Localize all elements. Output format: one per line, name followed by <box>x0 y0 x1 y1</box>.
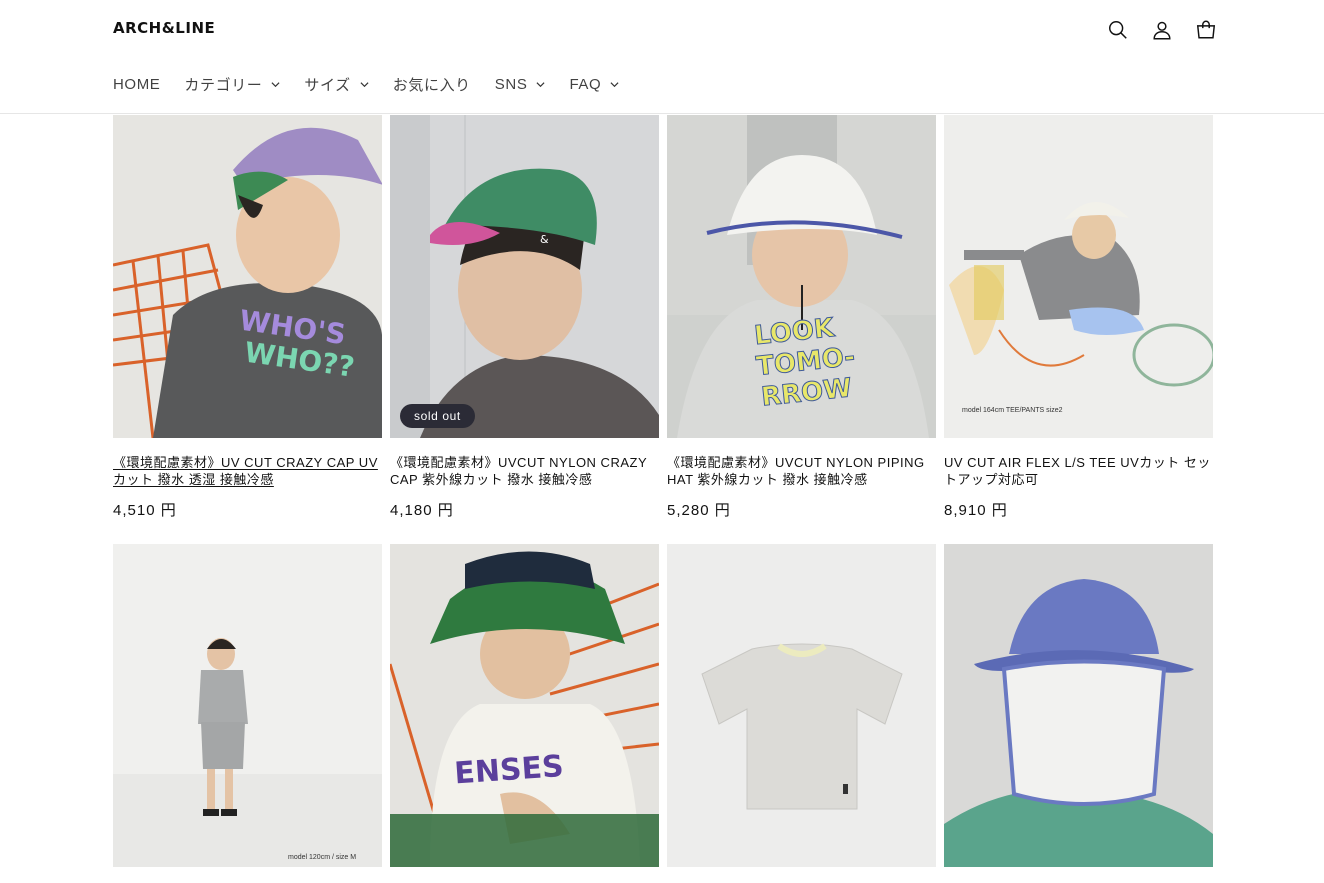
product-card[interactable]: LOOK TOMO- RROW 《環境配慮素材》UVCUT NYLON PIPI… <box>667 115 936 544</box>
product-price: 4,510 円 <box>113 502 177 519</box>
product-price: 5,280 円 <box>667 502 731 519</box>
product-price: 8,910 円 <box>944 502 1008 519</box>
product-image[interactable]: WHO'S WHO?? <box>113 115 382 438</box>
site-header: ARCH&LINE HOME カテゴリー サイズ お気に入り SNS FAQ <box>0 0 1324 114</box>
nav-item-label: SNS <box>494 75 528 93</box>
nav-item-faq[interactable]: FAQ <box>569 70 619 98</box>
image-caption: model 164cm TEE/PANTS size2 <box>962 407 1063 414</box>
image-caption: model 120cm / size M <box>288 854 357 861</box>
nav-item-label: サイズ <box>304 76 351 94</box>
nav-item-label: カテゴリー <box>184 76 263 94</box>
chevron-down-icon <box>360 80 369 89</box>
product-card[interactable]: model 120cm / size M <box>113 544 382 883</box>
product-card[interactable]: & sold out 《環境配慮素材》UVCUT NYLON CRAZY CAP… <box>390 115 659 544</box>
sold-out-badge: sold out <box>400 404 475 428</box>
header-icons <box>1106 16 1218 44</box>
svg-text:&: & <box>540 233 549 246</box>
chevron-down-icon <box>536 80 545 89</box>
nav-item-label: HOME <box>113 75 161 93</box>
nav-item-label: お気に入り <box>392 76 471 94</box>
chevron-down-icon <box>610 80 619 89</box>
product-image[interactable] <box>944 544 1213 867</box>
product-image[interactable]: & sold out <box>390 115 659 438</box>
product-grid: WHO'S WHO?? 《環境配慮素材》UV CUT CRAZY CAP UVカ… <box>113 115 1213 883</box>
product-title[interactable]: 《環境配慮素材》UVCUT NYLON CRAZY CAP 紫外線カット 撥水 … <box>390 454 659 488</box>
product-title[interactable]: 《環境配慮素材》UV CUT CRAZY CAP UVカット 撥水 透湿 接触冷… <box>113 454 382 488</box>
chevron-down-icon <box>271 80 280 89</box>
product-title[interactable]: 《環境配慮素材》UVCUT NYLON PIPING HAT 紫外線カット 撥水… <box>667 454 936 488</box>
nav-item-favorites[interactable]: お気に入り <box>393 70 471 98</box>
product-image[interactable]: model 164cm TEE/PANTS size2 <box>944 115 1213 438</box>
main-nav: HOME カテゴリー サイズ お気に入り SNS FAQ <box>113 70 643 98</box>
product-image[interactable]: ENSES <box>390 544 659 867</box>
cart-icon[interactable] <box>1194 16 1218 44</box>
search-icon[interactable] <box>1106 16 1130 44</box>
nav-item-category[interactable]: カテゴリー <box>184 70 280 98</box>
nav-item-home[interactable]: HOME <box>113 70 160 98</box>
product-card[interactable]: ENSES <box>390 544 659 883</box>
product-price: 4,180 円 <box>390 502 454 519</box>
product-card[interactable]: model 164cm TEE/PANTS size2 UV CUT AIR F… <box>944 115 1213 544</box>
product-image[interactable] <box>667 544 936 867</box>
product-card[interactable] <box>667 544 936 883</box>
product-card[interactable]: WHO'S WHO?? 《環境配慮素材》UV CUT CRAZY CAP UVカ… <box>113 115 382 544</box>
nav-item-size[interactable]: サイズ <box>304 70 369 98</box>
product-title[interactable]: UV CUT AIR FLEX L/S TEE UVカット セットアップ対応可 <box>944 454 1213 488</box>
site-logo[interactable]: ARCH&LINE <box>113 19 215 37</box>
product-card[interactable] <box>944 544 1213 883</box>
nav-item-sns[interactable]: SNS <box>495 70 546 98</box>
product-image[interactable]: LOOK TOMO- RROW <box>667 115 936 438</box>
account-icon[interactable] <box>1150 16 1174 44</box>
product-image[interactable]: model 120cm / size M <box>113 544 382 867</box>
nav-item-label: FAQ <box>569 75 602 93</box>
